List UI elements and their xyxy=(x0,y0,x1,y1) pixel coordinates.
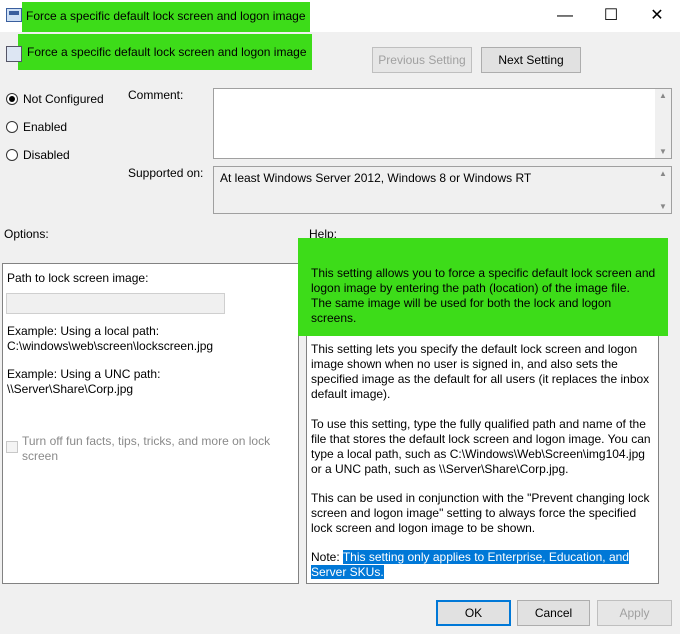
scroll-up-icon[interactable]: ▲ xyxy=(655,169,671,178)
comment-field[interactable]: ▲ ▼ xyxy=(213,88,672,159)
help-line: The same image will be used for both the… xyxy=(311,296,612,310)
comment-scrollbar[interactable]: ▲ ▼ xyxy=(655,89,671,158)
fun-facts-label-line: screen xyxy=(22,449,59,463)
example-unc-title: Example: Using a UNC path: xyxy=(7,367,161,381)
help-note: Note: This setting only applies to Enter… xyxy=(311,550,629,580)
close-icon[interactable]: ✕ xyxy=(634,0,680,32)
ok-button[interactable]: OK xyxy=(436,600,511,626)
note-selected-text: This setting only applies to Enterprise,… xyxy=(342,550,629,564)
help-line: specified image as the default for all u… xyxy=(311,372,650,386)
help-line: screen and logon image" setting to alway… xyxy=(311,506,637,520)
options-heading: Options: xyxy=(4,227,49,241)
example-local-title: Example: Using a local path: xyxy=(7,324,160,338)
setting-icon xyxy=(6,46,22,62)
supported-label: Supported on: xyxy=(128,166,204,180)
help-line: This setting allows you to force a speci… xyxy=(311,266,656,280)
help-line: image shown when no user is signed in, a… xyxy=(311,357,618,371)
help-line: This setting lets you specify the defaul… xyxy=(311,342,638,356)
radio-not-configured[interactable] xyxy=(6,93,18,105)
help-paragraph-3: To use this setting, type the fully qual… xyxy=(311,417,651,477)
policy-icon xyxy=(6,8,22,22)
path-input[interactable] xyxy=(6,293,225,314)
help-line: file that stores the default lock screen… xyxy=(311,432,651,446)
fun-facts-checkbox[interactable] xyxy=(6,441,18,453)
help-line: lock screen and logon image to be shown. xyxy=(311,521,536,535)
options-panel: Path to lock screen image: Example: Usin… xyxy=(2,263,299,584)
help-line: default image). xyxy=(311,387,391,401)
help-line: type a local path, such as C:\Windows\We… xyxy=(311,447,645,461)
scroll-down-icon[interactable]: ▼ xyxy=(655,147,671,156)
example-local-value: C:\windows\web\screen\lockscreen.jpg xyxy=(7,339,214,353)
next-setting-button[interactable]: Next Setting xyxy=(481,47,581,73)
apply-button[interactable]: Apply xyxy=(597,600,672,626)
path-label: Path to lock screen image: xyxy=(7,271,149,285)
note-prefix: Note: xyxy=(311,550,343,564)
radio-label: Not Configured xyxy=(23,92,104,106)
previous-setting-button[interactable]: Previous Setting xyxy=(372,47,472,73)
scroll-down-icon[interactable]: ▼ xyxy=(655,202,671,211)
example-unc-value: \\Server\Share\Corp.jpg xyxy=(7,382,134,396)
help-line: or a UNC path, such as \\Server\Share\Co… xyxy=(311,462,569,476)
help-line: This can be used in conjunction with the… xyxy=(311,491,650,505)
radio-enabled[interactable] xyxy=(6,121,18,133)
radio-disabled[interactable] xyxy=(6,149,18,161)
help-paragraph-4: This can be used in conjunction with the… xyxy=(311,491,649,536)
radio-label: Disabled xyxy=(23,148,70,162)
help-paragraph-2: This setting lets you specify the defaul… xyxy=(311,342,649,402)
help-line: logon image by entering the path (locati… xyxy=(311,281,630,295)
cancel-button[interactable]: Cancel xyxy=(517,600,590,626)
fun-facts-label-line: Turn off fun facts, tips, tricks, and mo… xyxy=(22,434,271,448)
scroll-up-icon[interactable]: ▲ xyxy=(655,91,671,100)
supported-value: At least Windows Server 2012, Windows 8 … xyxy=(220,171,532,185)
supported-scrollbar[interactable]: ▲ ▼ xyxy=(655,167,671,213)
help-paragraph-1-overlay: This setting allows you to force a speci… xyxy=(311,266,655,326)
help-line: To use this setting, type the fully qual… xyxy=(311,417,646,431)
radio-label: Enabled xyxy=(23,120,68,134)
help-line: screens. xyxy=(311,311,357,325)
fun-facts-label: Turn off fun facts, tips, tricks, and mo… xyxy=(22,434,270,464)
window-title: Force a specific default lock screen and… xyxy=(26,9,306,23)
note-selected-text: Server SKUs. xyxy=(311,565,384,579)
maximize-icon[interactable]: ☐ xyxy=(588,0,634,32)
minimize-icon[interactable]: — xyxy=(542,0,588,32)
supported-field: At least Windows Server 2012, Windows 8 … xyxy=(213,166,672,214)
setting-name: Force a specific default lock screen and… xyxy=(27,45,307,59)
comment-label: Comment: xyxy=(128,88,184,102)
